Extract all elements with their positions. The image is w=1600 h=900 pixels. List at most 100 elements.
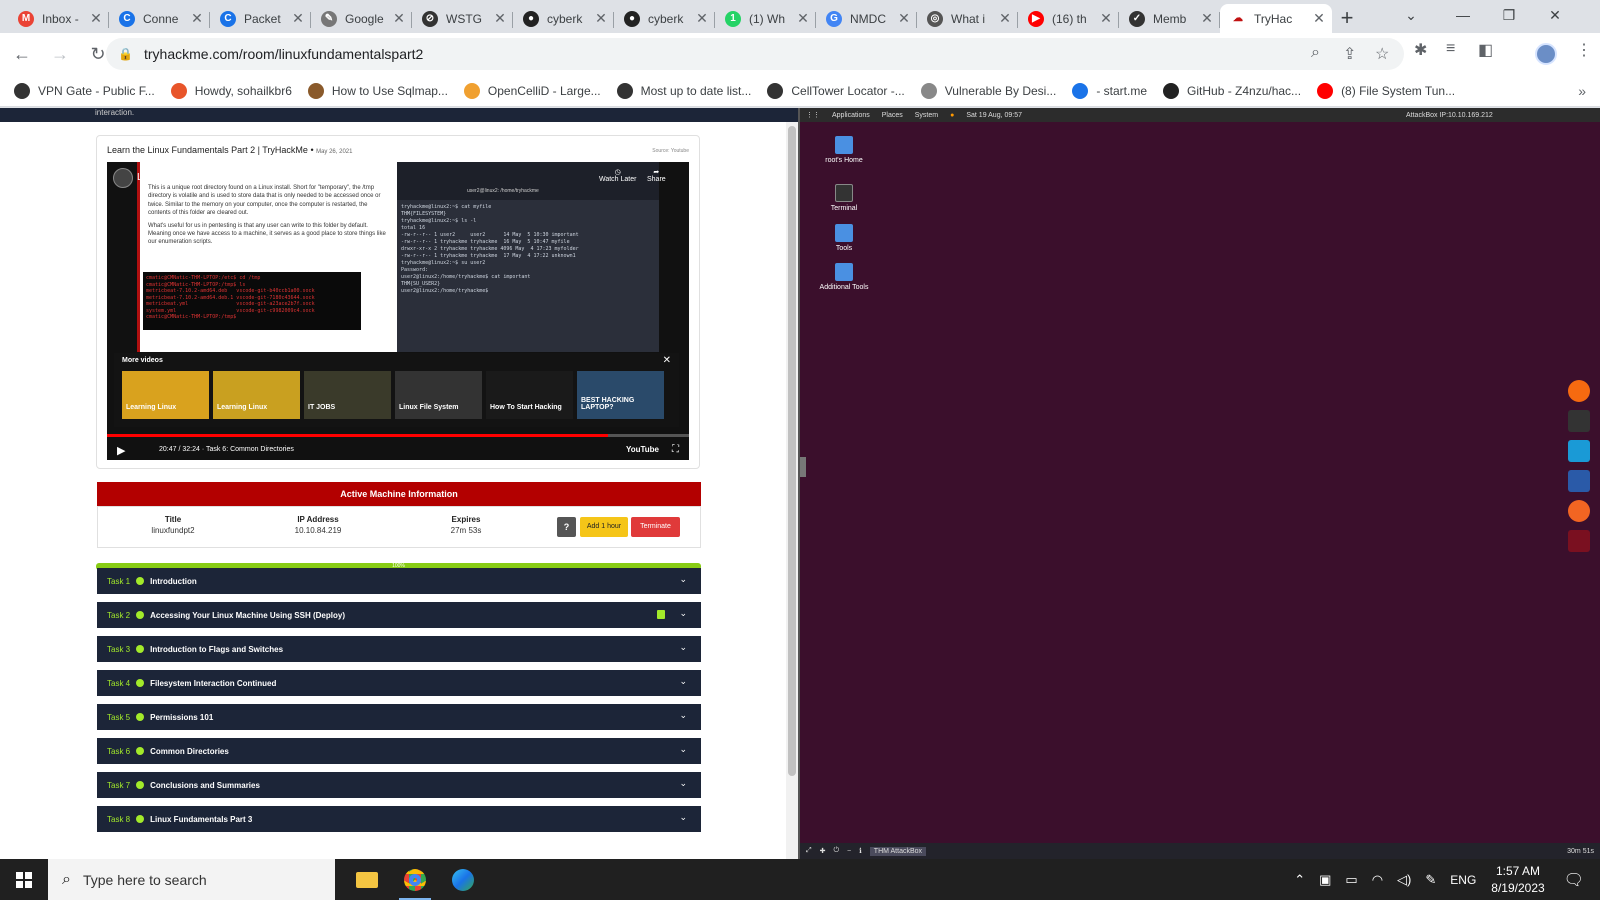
menu-applications[interactable]: Applications bbox=[832, 112, 870, 119]
menu-places[interactable]: Places bbox=[882, 112, 903, 119]
task-accordion[interactable]: Task 4 Filesystem Interaction Continued … bbox=[97, 670, 701, 696]
task-accordion[interactable]: Task 5 Permissions 101 ⌄ bbox=[97, 704, 701, 730]
tab-close-icon[interactable]: ✕ bbox=[897, 10, 911, 27]
add-icon[interactable]: ✚ bbox=[820, 847, 826, 855]
firefox-launcher-icon[interactable]: ● bbox=[950, 112, 954, 119]
tab-close-icon[interactable]: ✕ bbox=[594, 10, 608, 27]
chevron-down-icon[interactable]: ⌄ bbox=[679, 812, 687, 823]
browser-tab[interactable]: 1 (1) Wh ✕ bbox=[715, 4, 816, 33]
minus-icon[interactable]: − bbox=[847, 848, 851, 855]
bookmark-item[interactable]: (8) File System Tun... bbox=[1317, 82, 1455, 99]
play-icon[interactable]: ▶ bbox=[117, 444, 125, 457]
zoom-icon[interactable]: ⌕ bbox=[1311, 44, 1320, 62]
bookmark-item[interactable]: OpenCelliD - Large... bbox=[463, 82, 601, 99]
tab-close-icon[interactable]: ✕ bbox=[392, 10, 406, 27]
address-bar[interactable]: 🔒 tryhackme.com/room/linuxfundamentalspa… bbox=[106, 38, 1404, 70]
bookmark-item[interactable]: Vulnerable By Desi... bbox=[920, 82, 1056, 99]
help-button[interactable]: ? bbox=[557, 517, 576, 537]
start-button[interactable] bbox=[0, 859, 48, 900]
side-panel-icon[interactable]: ◧ bbox=[1478, 40, 1493, 60]
bookmarks-overflow-icon[interactable]: » bbox=[1578, 83, 1586, 99]
browser-tab[interactable]: ✎ Google ✕ bbox=[311, 4, 412, 33]
chevron-down-icon[interactable]: ⌄ bbox=[679, 710, 687, 721]
additional-tools-folder-icon[interactable]: Additional Tools bbox=[814, 263, 874, 291]
browser-tab[interactable]: ● cyberk ✕ bbox=[513, 4, 614, 33]
task-accordion[interactable]: Task 7 Conclusions and Summaries ⌄ bbox=[97, 772, 701, 798]
wifi-icon[interactable]: ◠ bbox=[1372, 872, 1383, 888]
related-video-thumbnail[interactable]: Learning Linux bbox=[213, 371, 300, 419]
browser-tab[interactable]: M Inbox - ✕ bbox=[8, 4, 109, 33]
tab-close-icon[interactable]: ✕ bbox=[796, 10, 810, 27]
video-title[interactable]: Learn the Linux Fundamentals - Part 2 bbox=[137, 172, 308, 183]
bookmark-item[interactable]: How to Use Sqlmap... bbox=[307, 82, 448, 99]
browser-tab[interactable]: G NMDC ✕ bbox=[816, 4, 917, 33]
menu-system[interactable]: System bbox=[915, 112, 938, 119]
chevron-down-icon[interactable]: ⌄ bbox=[679, 574, 687, 585]
tab-close-icon[interactable]: ✕ bbox=[89, 10, 103, 27]
related-video-thumbnail[interactable]: BEST HACKING LAPTOP? bbox=[577, 371, 664, 419]
bookmark-item[interactable]: VPN Gate - Public F... bbox=[14, 82, 155, 99]
expand-icon[interactable]: ⤢ bbox=[806, 847, 812, 855]
file-explorer-icon[interactable] bbox=[343, 859, 391, 900]
close-icon[interactable]: ✕ bbox=[663, 355, 671, 366]
tab-close-icon[interactable]: ✕ bbox=[493, 10, 507, 27]
browser-tab[interactable]: ✓ Memb ✕ bbox=[1119, 4, 1220, 33]
kali-dock-icon[interactable] bbox=[1568, 530, 1590, 552]
tools-folder-icon[interactable]: Tools bbox=[814, 224, 874, 252]
terminal-dock-icon[interactable] bbox=[1568, 410, 1590, 432]
chevron-up-icon[interactable]: ⌃ bbox=[1294, 872, 1305, 888]
browser-tab[interactable]: ◎ What i ✕ bbox=[917, 4, 1018, 33]
power-icon[interactable]: ⏻ bbox=[833, 847, 839, 855]
back-icon[interactable]: ← bbox=[6, 38, 38, 70]
firefox-dock-icon[interactable] bbox=[1568, 380, 1590, 402]
tab-close-icon[interactable]: ✕ bbox=[291, 10, 305, 27]
fullscreen-icon[interactable]: ⛶ bbox=[672, 444, 679, 455]
root-home-icon[interactable]: root's Home bbox=[814, 136, 874, 164]
volume-icon[interactable]: ◁) bbox=[1397, 872, 1411, 888]
taskbar-search[interactable]: ⌕ Type here to search bbox=[48, 859, 335, 900]
terminal-desktop-icon[interactable]: Terminal bbox=[814, 184, 874, 212]
task-accordion[interactable]: Task 8 Linux Fundamentals Part 3 ⌄ bbox=[97, 806, 701, 832]
bookmark-item[interactable]: CellTower Locator -... bbox=[767, 82, 905, 99]
forward-icon[interactable]: → bbox=[44, 38, 76, 70]
chevron-down-icon[interactable]: ⌄ bbox=[679, 744, 687, 755]
address-url[interactable]: tryhackme.com/room/linuxfundamentalspart… bbox=[144, 46, 423, 62]
tab-close-icon[interactable]: ✕ bbox=[998, 10, 1012, 27]
task-accordion[interactable]: Task 1 Introduction ⌄ bbox=[97, 568, 701, 594]
channel-avatar[interactable] bbox=[113, 168, 133, 188]
video-progress-bar[interactable] bbox=[107, 434, 689, 437]
extensions-icon[interactable]: ✱ bbox=[1414, 40, 1427, 60]
meet-icon[interactable]: ▣ bbox=[1319, 872, 1331, 888]
browser-tab[interactable]: C Conne ✕ bbox=[109, 4, 210, 33]
browser-tab-active[interactable]: ☁ TryHac ✕ bbox=[1220, 4, 1332, 33]
share-icon[interactable]: ⇪ bbox=[1343, 44, 1356, 64]
tab-close-icon[interactable]: ✕ bbox=[190, 10, 204, 27]
taskbar-clock[interactable]: 1:57 AM 8/19/2023 bbox=[1491, 863, 1544, 897]
tab-close-icon[interactable]: ✕ bbox=[695, 10, 709, 27]
new-tab-button[interactable]: + bbox=[1332, 4, 1362, 33]
battery-icon[interactable]: ▭ bbox=[1345, 872, 1357, 888]
related-video-thumbnail[interactable]: How To Start Hacking bbox=[486, 371, 573, 419]
youtube-logo[interactable]: YouTube bbox=[626, 445, 659, 454]
chevron-down-icon[interactable]: ⌄ bbox=[679, 778, 687, 789]
tab-close-icon[interactable]: ✕ bbox=[1200, 10, 1214, 27]
page-scrollbar[interactable] bbox=[786, 122, 798, 859]
chrome-taskbar-icon[interactable] bbox=[391, 859, 439, 900]
pen-icon[interactable]: ✎ bbox=[1425, 872, 1436, 888]
chevron-down-icon[interactable]: ⌄ bbox=[679, 642, 687, 653]
menu-dots-icon[interactable]: ⋮ bbox=[1576, 40, 1592, 60]
minimize-button[interactable]: — bbox=[1440, 0, 1486, 30]
browser-tab[interactable]: ⊘ WSTG ✕ bbox=[412, 4, 513, 33]
bookmark-item[interactable]: - start.me bbox=[1072, 82, 1147, 99]
metasploit-dock-icon[interactable] bbox=[1568, 470, 1590, 492]
related-video-thumbnail[interactable]: IT JOBS bbox=[304, 371, 391, 419]
share-button[interactable]: ➦ Share bbox=[647, 168, 666, 183]
add-hour-button[interactable]: Add 1 hour bbox=[580, 517, 628, 537]
language-indicator[interactable]: ENG bbox=[1450, 873, 1476, 887]
attackbox-collapse-handle[interactable] bbox=[800, 457, 806, 477]
bookmark-item[interactable]: GitHub - Z4nzu/hac... bbox=[1163, 82, 1301, 99]
browser-tab[interactable]: ● cyberk ✕ bbox=[614, 4, 715, 33]
browser-tab[interactable]: C Packet ✕ bbox=[210, 4, 311, 33]
lock-icon[interactable]: 🔒 bbox=[118, 47, 134, 61]
chevron-down-icon[interactable]: ⌄ bbox=[679, 676, 687, 687]
